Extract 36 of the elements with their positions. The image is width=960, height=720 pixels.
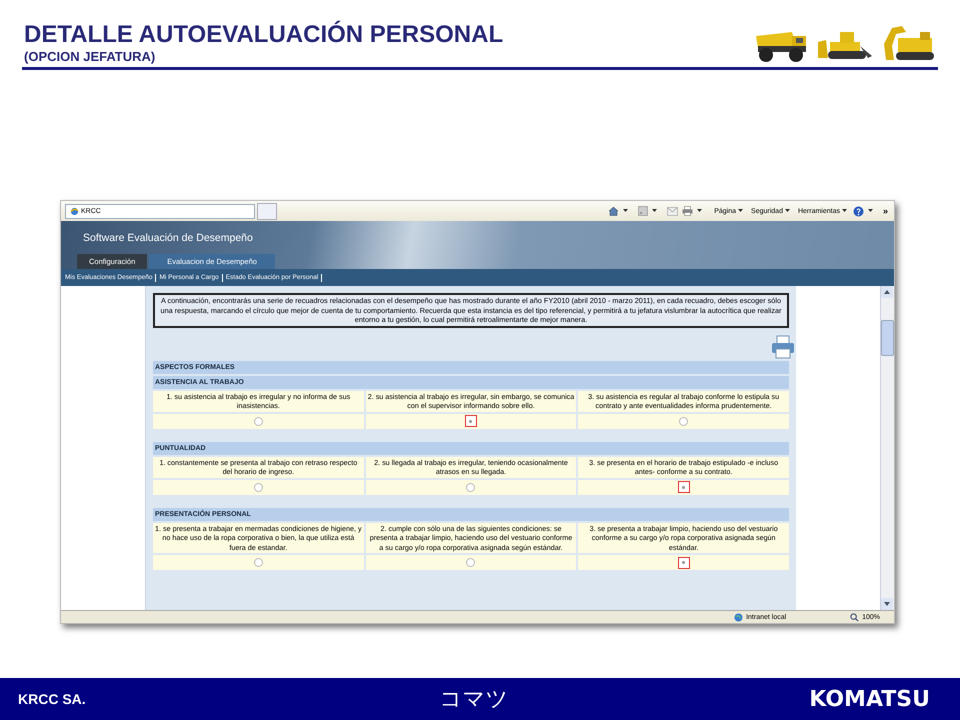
caret-icon xyxy=(842,209,847,213)
slide-subtitle: (OPCION JEFATURA) xyxy=(24,49,156,64)
globe-icon xyxy=(734,612,744,622)
radio-button[interactable] xyxy=(464,415,477,427)
radio-button[interactable] xyxy=(466,482,476,492)
katakana-logo: コマツ xyxy=(440,686,508,714)
scroll-up-icon[interactable] xyxy=(881,286,893,298)
radio-button[interactable] xyxy=(254,558,263,567)
caret-icon[interactable] xyxy=(623,209,628,213)
mail-icon[interactable] xyxy=(667,206,678,216)
radio-button[interactable] xyxy=(254,416,263,426)
home-icon[interactable] xyxy=(608,206,620,216)
radio-button[interactable] xyxy=(678,556,690,568)
caret-icon xyxy=(784,209,790,213)
print-icon[interactable] xyxy=(771,334,795,358)
more-chevron[interactable]: » xyxy=(882,206,888,216)
caret-icon[interactable] xyxy=(697,209,702,213)
app-title: Software Evaluación de Desempeño xyxy=(82,231,254,244)
print-icon[interactable] xyxy=(682,206,694,216)
zoom-icon[interactable] xyxy=(850,612,860,622)
company-name: KRCC SA. xyxy=(18,691,87,707)
caret-icon[interactable] xyxy=(652,209,658,213)
radio-button[interactable] xyxy=(679,416,688,426)
radio-button[interactable] xyxy=(466,558,476,567)
scroll-thumb[interactable] xyxy=(881,320,894,356)
caret-icon[interactable] xyxy=(868,209,873,213)
help-icon[interactable] xyxy=(852,206,864,216)
radio-button[interactable] xyxy=(254,482,263,492)
new-tab-button[interactable] xyxy=(257,202,277,220)
brand-logo: KOMATSU xyxy=(808,686,930,712)
slide-title: DETALLE AUTOEVALUACIÓN PERSONAL xyxy=(24,21,504,49)
scrollbar[interactable] xyxy=(880,286,894,610)
caret-icon xyxy=(738,209,744,213)
radio-button[interactable] xyxy=(678,481,690,493)
scroll-down-icon[interactable] xyxy=(881,598,893,610)
browser-icon xyxy=(70,206,79,216)
